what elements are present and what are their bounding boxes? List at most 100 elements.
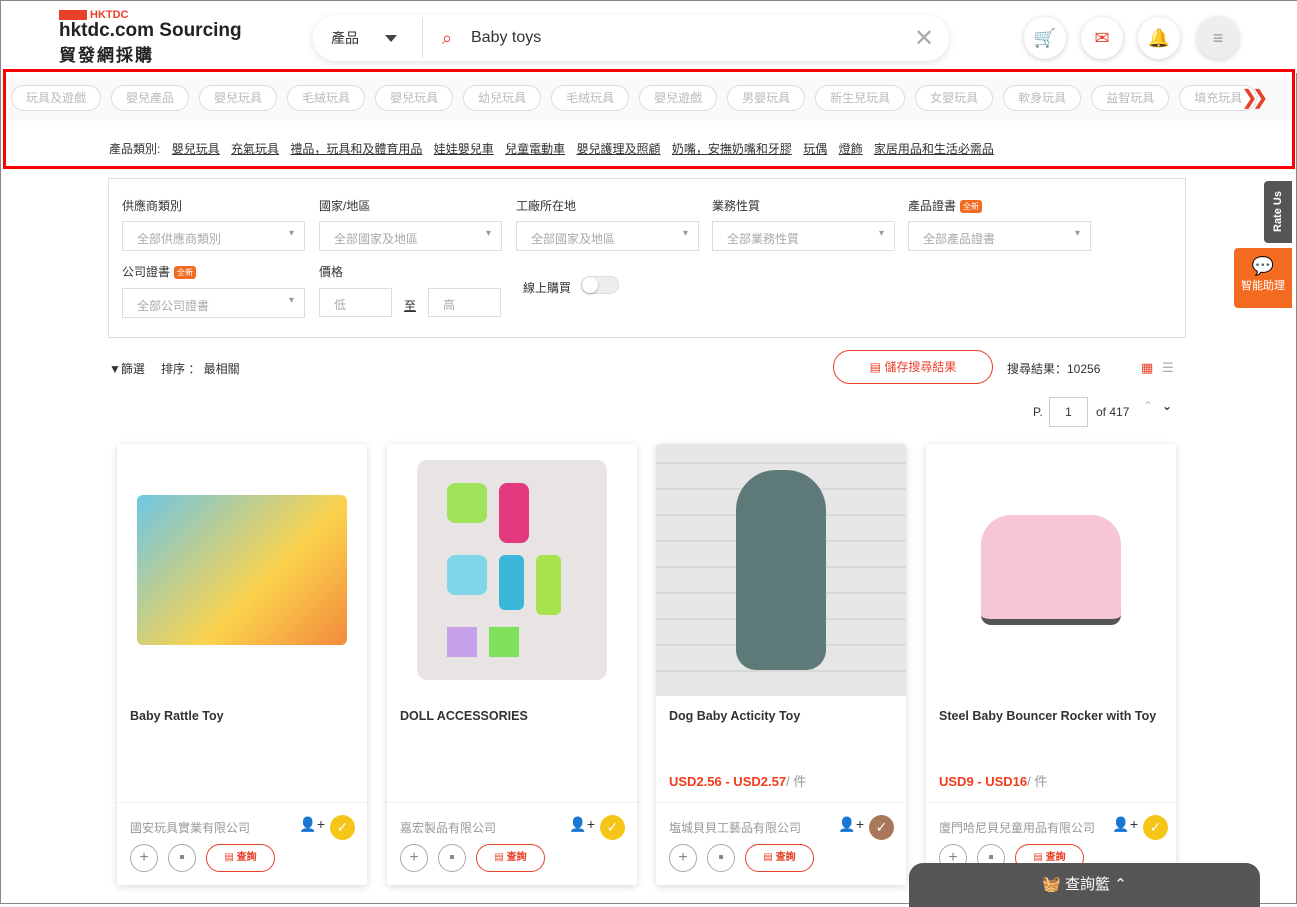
page-total: of 417 <box>1096 405 1130 419</box>
follow-supplier-icon[interactable]: 👤+ <box>569 816 595 833</box>
follow-supplier-icon[interactable]: 👤+ <box>838 816 864 833</box>
company-cert-select[interactable]: 全部公司證書 <box>122 288 305 318</box>
next-page-icon[interactable]: ⌄ <box>1162 399 1172 413</box>
product-cert-select[interactable]: 全部產品證書 <box>908 221 1091 251</box>
prev-page-icon[interactable]: ⌃ <box>1143 399 1153 413</box>
chip[interactable]: 嬰兒玩具 <box>375 85 454 111</box>
product-image[interactable] <box>656 444 906 696</box>
category-link[interactable]: 奶嘴，安撫奶嘴和牙膠 <box>672 142 792 156</box>
chip[interactable]: 嬰兒產品 <box>111 85 190 111</box>
cart-icon[interactable]: 🛒 <box>1024 17 1066 59</box>
category-link[interactable]: 兒童電動車 <box>505 142 565 156</box>
product-card[interactable]: DOLL ACCESSORIES 嘉宏製品有限公司 👤+ ✓ + ▪ ▤ 查詢 <box>387 444 637 885</box>
add-compare-icon[interactable]: + <box>669 844 697 872</box>
search-input[interactable] <box>471 29 899 47</box>
grid-view-icon[interactable]: ▦ <box>1141 360 1153 376</box>
product-image[interactable] <box>926 444 1176 696</box>
related-keyword-chips: 玩具及遊戲 嬰兒產品 嬰兒玩具 毛絨玩具 嬰兒玩具 幼兒玩具 毛绒玩具 嬰兒遊戲… <box>1 77 1291 121</box>
chat-icon[interactable]: ▪ <box>707 844 735 872</box>
verified-badge-icon: ✓ <box>600 815 625 840</box>
filter-button[interactable]: ▼篩選 <box>109 360 145 377</box>
category-link[interactable]: 充氣玩具 <box>231 142 279 156</box>
online-purchase-toggle[interactable] <box>581 276 619 294</box>
add-compare-icon[interactable]: + <box>400 844 428 872</box>
product-name[interactable]: Baby Rattle Toy <box>130 706 355 726</box>
product-image[interactable] <box>387 444 637 696</box>
page-input[interactable]: 1 <box>1049 397 1088 427</box>
clear-search-icon[interactable]: ✕ <box>899 24 949 53</box>
chip[interactable]: 新生兒玩具 <box>815 85 906 111</box>
factory-location-select[interactable]: 全部國家及地區 <box>516 221 699 251</box>
category-link[interactable]: 嬰兒玩具 <box>172 142 220 156</box>
category-link[interactable]: 娃娃嬰兒車 <box>434 142 494 156</box>
chat-icon[interactable]: ▪ <box>168 844 196 872</box>
inquiry-basket-bar[interactable]: 🧺 查詢籃 ⌃ <box>909 863 1260 907</box>
follow-supplier-icon[interactable]: 👤+ <box>1112 816 1138 833</box>
product-name[interactable]: DOLL ACCESSORIES <box>400 706 625 726</box>
filter-label: 產品證書 全新 <box>908 197 983 214</box>
chip[interactable]: 益智玩具 <box>1091 85 1170 111</box>
chip[interactable]: 男嬰玩具 <box>727 85 806 111</box>
chip[interactable]: 幼兒玩具 <box>463 85 542 111</box>
category-link[interactable]: 家居用品和生活必需品 <box>874 142 994 156</box>
verified-badge-icon: ✓ <box>1143 815 1168 840</box>
product-name[interactable]: Steel Baby Bouncer Rocker with Toy <box>939 706 1164 726</box>
product-card[interactable]: Dog Baby Acticity Toy USD2.56 - USD2.57/… <box>656 444 906 885</box>
logo[interactable]: HKTDC hktdc.com Sourcing 貿發網採購 <box>59 9 242 66</box>
chat-icon[interactable]: ▪ <box>438 844 466 872</box>
filter-label: 工廠所在地 <box>516 199 577 213</box>
smart-assistant-button[interactable]: 💬 智能助理 <box>1234 248 1292 308</box>
result-count: 搜尋結果：10256 <box>1007 362 1101 376</box>
supplier-name[interactable]: 國安玩具實業有限公司 <box>130 819 250 836</box>
category-link[interactable]: 禮品，玩具和及體育用品 <box>290 142 422 156</box>
document-icon: ▤ <box>494 852 507 863</box>
category-link[interactable]: 燈飾 <box>839 142 863 156</box>
filter-icon: ▼ <box>109 362 121 376</box>
product-name[interactable]: Dog Baby Acticity Toy <box>669 706 894 726</box>
chip[interactable]: 玩具及遊戲 <box>11 85 102 111</box>
search-bar: 產品 ⌕ ✕ <box>313 15 949 61</box>
rate-us-tab[interactable]: Rate Us <box>1264 181 1292 243</box>
chips-next-icon[interactable]: ❯❯ <box>1241 85 1268 110</box>
product-price: USD2.56 - USD2.57/ 件 <box>669 774 807 789</box>
search-category-select[interactable]: 產品 <box>313 18 423 58</box>
chip[interactable]: 毛绒玩具 <box>551 85 630 111</box>
page-label: P. <box>1033 405 1043 419</box>
chip[interactable]: 軟身玩具 <box>1003 85 1082 111</box>
search-icon[interactable]: ⌕ <box>423 28 471 49</box>
product-image[interactable] <box>117 444 367 696</box>
inquiry-button[interactable]: ▤ 查詢 <box>206 844 275 872</box>
add-compare-icon[interactable]: + <box>130 844 158 872</box>
product-categories: 產品類別: 嬰兒玩具 充氣玩具 禮品，玩具和及體育用品 娃娃嬰兒車 兒童電動車 … <box>109 142 994 156</box>
price-low-input[interactable]: 低 <box>319 288 392 317</box>
filter-label: 價格 <box>319 265 344 279</box>
price-high-input[interactable]: 高 <box>428 288 501 317</box>
product-card[interactable]: Steel Baby Bouncer Rocker with Toy USD9 … <box>926 444 1176 885</box>
category-link[interactable]: 嬰兒護理及照顧 <box>576 142 660 156</box>
supplier-name[interactable]: 廈門哈尼貝兒童用品有限公司 <box>939 819 1095 836</box>
follow-supplier-icon[interactable]: 👤+ <box>299 816 325 833</box>
business-type-select[interactable]: 全部業務性質 <box>712 221 895 251</box>
chip[interactable]: 女嬰玩具 <box>915 85 994 111</box>
chip[interactable]: 毛絨玩具 <box>287 85 366 111</box>
country-select[interactable]: 全部國家及地區 <box>319 221 502 251</box>
sort-select[interactable]: 排序 ： 最相關 <box>161 360 240 377</box>
bell-icon[interactable]: 🔔 <box>1138 17 1180 59</box>
list-view-icon[interactable]: ☰ <box>1162 360 1174 376</box>
product-card[interactable]: Baby Rattle Toy 國安玩具實業有限公司 👤+ ✓ + ▪ ▤ 查詢 <box>117 444 367 885</box>
save-search-button[interactable]: ▤ 儲存搜尋結果 <box>833 350 993 384</box>
supplier-type-select[interactable]: 全部供應商類別 <box>122 221 305 251</box>
inquiry-button[interactable]: ▤ 查詢 <box>476 844 545 872</box>
supplier-name[interactable]: 嘉宏製品有限公司 <box>400 819 496 836</box>
new-badge: 全新 <box>174 266 197 279</box>
chip[interactable]: 嬰兒玩具 <box>199 85 278 111</box>
mail-icon[interactable]: ✉ <box>1081 17 1123 59</box>
category-link[interactable]: 玩偶 <box>803 142 827 156</box>
supplier-name[interactable]: 塩城貝貝工藝品有限公司 <box>669 819 801 836</box>
chip[interactable]: 嬰兒遊戲 <box>639 85 718 111</box>
menu-icon[interactable]: ≡ <box>1197 17 1239 59</box>
filter-label: 國家/地區 <box>319 199 371 213</box>
verified-badge-icon: ✓ <box>330 815 355 840</box>
chevron-down-icon <box>385 34 397 42</box>
inquiry-button[interactable]: ▤ 查詢 <box>745 844 814 872</box>
